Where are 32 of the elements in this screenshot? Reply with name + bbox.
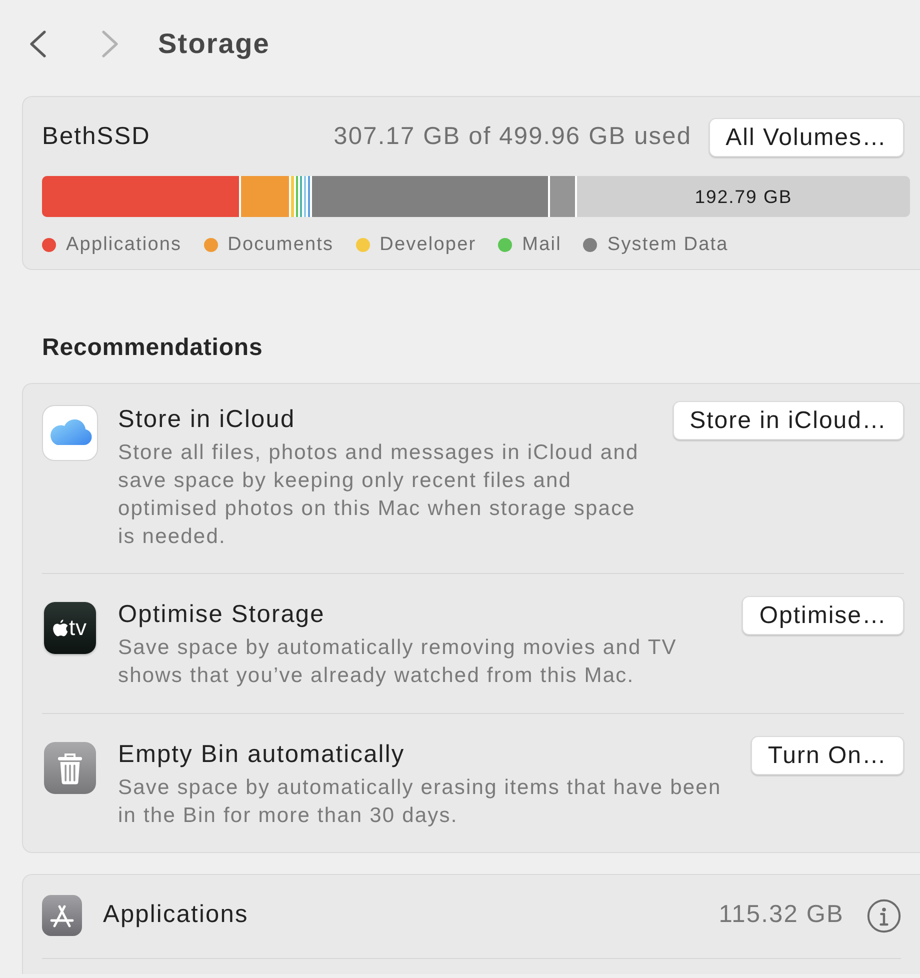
section-heading: Recommendations xyxy=(42,334,263,362)
back-button[interactable] xyxy=(28,30,48,58)
disk-usage-text: 307.17 GB of 499.96 GB used xyxy=(334,122,692,152)
tv-icon-label: tv xyxy=(68,617,88,639)
recommendation-title: Empty Bin automatically xyxy=(118,742,405,768)
recommendation-title: Store in iCloud xyxy=(118,407,296,433)
info-icon xyxy=(867,898,901,932)
chevron-right-icon xyxy=(101,30,119,58)
recommendation-title: Optimise Storage xyxy=(118,602,325,628)
legend-label: Developer xyxy=(380,232,476,257)
category-size: 115.32 GB xyxy=(718,900,844,930)
legend-label: Documents xyxy=(228,232,334,257)
cloud-icon xyxy=(42,405,98,461)
legend-label: Mail xyxy=(522,232,562,257)
recommendation-button[interactable]: Turn On… xyxy=(750,736,904,775)
trash-icon xyxy=(44,742,96,794)
apple-icon xyxy=(52,619,68,637)
recommendation-description: Store all files, photos and messages in iCloud and save space by keeping only recent files and optimised photos on this Mac when storage space is needed. xyxy=(118,440,640,550)
disk-name: BethSSD xyxy=(42,122,150,152)
info-button[interactable] xyxy=(867,898,901,932)
recommendation-description: Save space by automatically erasing items that have been in the Bin for more than 30 days. xyxy=(118,775,722,829)
category-name: Applications xyxy=(103,900,248,930)
recommendation-description: Save space by automatically removing movies and TV shows that you’ve already watched from this Mac. xyxy=(118,635,678,689)
legend-label: System Data xyxy=(607,232,728,257)
recommendation-button[interactable]: Optimise… xyxy=(742,596,904,635)
all-volumes-button[interactable]: All Volumes… xyxy=(708,118,904,157)
page-title: Storage xyxy=(158,27,270,61)
legend-label: Applications xyxy=(66,232,182,257)
chevron-left-icon xyxy=(29,30,47,58)
free-space-label: 192.79 GB xyxy=(694,184,792,209)
recommendation-button[interactable]: Store in iCloud… xyxy=(672,401,904,440)
applications-icon xyxy=(42,895,82,936)
